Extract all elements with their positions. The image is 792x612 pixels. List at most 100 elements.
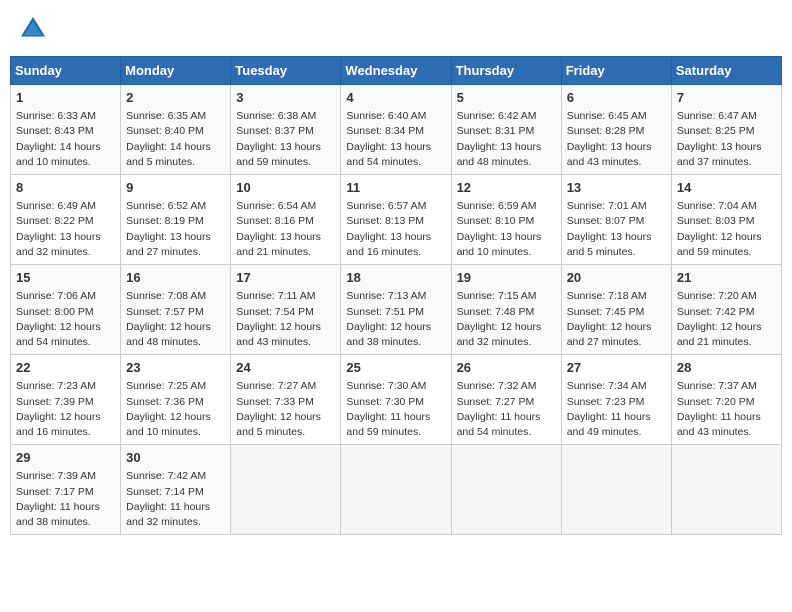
calendar-cell: 27 Sunrise: 7:34 AM Sunset: 7:23 PM Dayli… — [561, 355, 671, 445]
calendar-week-row: 1 Sunrise: 6:33 AM Sunset: 8:43 PM Daylig… — [11, 85, 782, 175]
logo — [18, 14, 52, 44]
calendar-cell: 5Sunrise: 6:42 AM Sunset: 8:31 PM Daylig… — [451, 85, 561, 175]
day-info: Sunrise: 6:35 AM Sunset: 8:40 PM Dayligh… — [126, 109, 225, 170]
day-number: 2 — [126, 89, 225, 107]
day-number: 12 — [457, 179, 556, 197]
day-number: 26 — [457, 359, 556, 377]
calendar-cell: 29 Sunrise: 7:39 AM Sunset: 7:17 PM Dayli… — [11, 445, 121, 535]
day-number: 17 — [236, 269, 335, 287]
day-info: Sunrise: 7:30 AM Sunset: 7:30 PM Dayligh… — [346, 379, 445, 440]
calendar-cell: 14 Sunrise: 7:04 AM Sunset: 8:03 PM Dayli… — [671, 175, 781, 265]
calendar-cell: 13Sunrise: 7:01 AM Sunset: 8:07 PM Dayli… — [561, 175, 671, 265]
day-number: 14 — [677, 179, 776, 197]
weekday-header-friday: Friday — [561, 57, 671, 85]
calendar-cell: 22Sunrise: 7:23 AM Sunset: 7:39 PM Dayli… — [11, 355, 121, 445]
day-info: Sunrise: 7:01 AM Sunset: 8:07 PM Dayligh… — [567, 199, 666, 260]
day-number: 27 — [567, 359, 666, 377]
weekday-header-saturday: Saturday — [671, 57, 781, 85]
day-info: Sunrise: 7:37 AM Sunset: 7:20 PM Dayligh… — [677, 379, 776, 440]
day-info: Sunrise: 7:06 AM Sunset: 8:00 PM Dayligh… — [16, 289, 115, 350]
calendar-cell: 4 Sunrise: 6:40 AM Sunset: 8:34 PM Daylig… — [341, 85, 451, 175]
day-number: 21 — [677, 269, 776, 287]
day-number: 4 — [346, 89, 445, 107]
day-info: Sunrise: 7:27 AM Sunset: 7:33 PM Dayligh… — [236, 379, 335, 440]
day-info: Sunrise: 7:04 AM Sunset: 8:03 PM Dayligh… — [677, 199, 776, 260]
calendar-table: SundayMondayTuesdayWednesdayThursdayFrid… — [10, 56, 782, 535]
calendar-cell: 1 Sunrise: 6:33 AM Sunset: 8:43 PM Daylig… — [11, 85, 121, 175]
weekday-header-thursday: Thursday — [451, 57, 561, 85]
calendar-cell: 20 Sunrise: 7:18 AM Sunset: 7:45 PM Dayli… — [561, 265, 671, 355]
day-number: 6 — [567, 89, 666, 107]
day-info: Sunrise: 7:08 AM Sunset: 7:57 PM Dayligh… — [126, 289, 225, 350]
calendar-cell: 2 Sunrise: 6:35 AM Sunset: 8:40 PM Daylig… — [121, 85, 231, 175]
day-number: 3 — [236, 89, 335, 107]
calendar-cell: 6 Sunrise: 6:45 AM Sunset: 8:28 PM Daylig… — [561, 85, 671, 175]
day-info: Sunrise: 6:45 AM Sunset: 8:28 PM Dayligh… — [567, 109, 666, 170]
day-info: Sunrise: 6:57 AM Sunset: 8:13 PM Dayligh… — [346, 199, 445, 260]
day-info: Sunrise: 7:34 AM Sunset: 7:23 PM Dayligh… — [567, 379, 666, 440]
day-number: 25 — [346, 359, 445, 377]
weekday-header-tuesday: Tuesday — [231, 57, 341, 85]
day-number: 20 — [567, 269, 666, 287]
calendar-cell: 3 Sunrise: 6:38 AM Sunset: 8:37 PM Daylig… — [231, 85, 341, 175]
day-info: Sunrise: 6:52 AM Sunset: 8:19 PM Dayligh… — [126, 199, 225, 260]
calendar-cell — [671, 445, 781, 535]
day-info: Sunrise: 6:33 AM Sunset: 8:43 PM Dayligh… — [16, 109, 115, 170]
day-info: Sunrise: 6:54 AM Sunset: 8:16 PM Dayligh… — [236, 199, 335, 260]
calendar-week-row: 8Sunrise: 6:49 AM Sunset: 8:22 PM Daylig… — [11, 175, 782, 265]
day-info: Sunrise: 7:18 AM Sunset: 7:45 PM Dayligh… — [567, 289, 666, 350]
day-number: 29 — [16, 449, 115, 467]
calendar-cell: 7 Sunrise: 6:47 AM Sunset: 8:25 PM Daylig… — [671, 85, 781, 175]
logo-icon — [18, 14, 48, 44]
day-number: 19 — [457, 269, 556, 287]
calendar-cell: 26 Sunrise: 7:32 AM Sunset: 7:27 PM Dayli… — [451, 355, 561, 445]
calendar-cell — [231, 445, 341, 535]
calendar-cell: 18 Sunrise: 7:13 AM Sunset: 7:51 PM Dayli… — [341, 265, 451, 355]
day-number: 9 — [126, 179, 225, 197]
calendar-week-row: 22Sunrise: 7:23 AM Sunset: 7:39 PM Dayli… — [11, 355, 782, 445]
calendar-cell: 8Sunrise: 6:49 AM Sunset: 8:22 PM Daylig… — [11, 175, 121, 265]
day-number: 24 — [236, 359, 335, 377]
calendar-cell: 16 Sunrise: 7:08 AM Sunset: 7:57 PM Dayli… — [121, 265, 231, 355]
weekday-header-monday: Monday — [121, 57, 231, 85]
calendar-cell — [341, 445, 451, 535]
day-info: Sunrise: 6:38 AM Sunset: 8:37 PM Dayligh… — [236, 109, 335, 170]
day-info: Sunrise: 7:42 AM Sunset: 7:14 PM Dayligh… — [126, 469, 225, 530]
page-header — [10, 10, 782, 48]
calendar-cell: 12 Sunrise: 6:59 AM Sunset: 8:10 PM Dayli… — [451, 175, 561, 265]
calendar-cell: 19 Sunrise: 7:15 AM Sunset: 7:48 PM Dayli… — [451, 265, 561, 355]
day-info: Sunrise: 6:59 AM Sunset: 8:10 PM Dayligh… — [457, 199, 556, 260]
calendar-cell: 15Sunrise: 7:06 AM Sunset: 8:00 PM Dayli… — [11, 265, 121, 355]
day-info: Sunrise: 7:11 AM Sunset: 7:54 PM Dayligh… — [236, 289, 335, 350]
day-number: 30 — [126, 449, 225, 467]
calendar-cell: 21 Sunrise: 7:20 AM Sunset: 7:42 PM Dayli… — [671, 265, 781, 355]
calendar-cell: 24 Sunrise: 7:27 AM Sunset: 7:33 PM Dayli… — [231, 355, 341, 445]
calendar-cell: 30 Sunrise: 7:42 AM Sunset: 7:14 PM Dayli… — [121, 445, 231, 535]
day-info: Sunrise: 6:40 AM Sunset: 8:34 PM Dayligh… — [346, 109, 445, 170]
day-number: 11 — [346, 179, 445, 197]
day-number: 18 — [346, 269, 445, 287]
calendar-cell: 25 Sunrise: 7:30 AM Sunset: 7:30 PM Dayli… — [341, 355, 451, 445]
day-info: Sunrise: 7:39 AM Sunset: 7:17 PM Dayligh… — [16, 469, 115, 530]
day-info: Sunrise: 7:15 AM Sunset: 7:48 PM Dayligh… — [457, 289, 556, 350]
calendar-week-row: 15Sunrise: 7:06 AM Sunset: 8:00 PM Dayli… — [11, 265, 782, 355]
day-number: 5 — [457, 89, 556, 107]
day-info: Sunrise: 7:32 AM Sunset: 7:27 PM Dayligh… — [457, 379, 556, 440]
calendar-cell: 17 Sunrise: 7:11 AM Sunset: 7:54 PM Dayli… — [231, 265, 341, 355]
day-info: Sunrise: 6:47 AM Sunset: 8:25 PM Dayligh… — [677, 109, 776, 170]
calendar-cell: 23 Sunrise: 7:25 AM Sunset: 7:36 PM Dayli… — [121, 355, 231, 445]
day-number: 23 — [126, 359, 225, 377]
calendar-cell — [561, 445, 671, 535]
day-info: Sunrise: 6:49 AM Sunset: 8:22 PM Dayligh… — [16, 199, 115, 260]
day-number: 16 — [126, 269, 225, 287]
day-info: Sunrise: 7:23 AM Sunset: 7:39 PM Dayligh… — [16, 379, 115, 440]
day-info: Sunrise: 7:25 AM Sunset: 7:36 PM Dayligh… — [126, 379, 225, 440]
weekday-header-row: SundayMondayTuesdayWednesdayThursdayFrid… — [11, 57, 782, 85]
day-number: 1 — [16, 89, 115, 107]
day-number: 7 — [677, 89, 776, 107]
day-number: 28 — [677, 359, 776, 377]
calendar-cell: 11 Sunrise: 6:57 AM Sunset: 8:13 PM Dayli… — [341, 175, 451, 265]
calendar-cell: 28 Sunrise: 7:37 AM Sunset: 7:20 PM Dayli… — [671, 355, 781, 445]
day-info: Sunrise: 7:20 AM Sunset: 7:42 PM Dayligh… — [677, 289, 776, 350]
day-info: Sunrise: 7:13 AM Sunset: 7:51 PM Dayligh… — [346, 289, 445, 350]
